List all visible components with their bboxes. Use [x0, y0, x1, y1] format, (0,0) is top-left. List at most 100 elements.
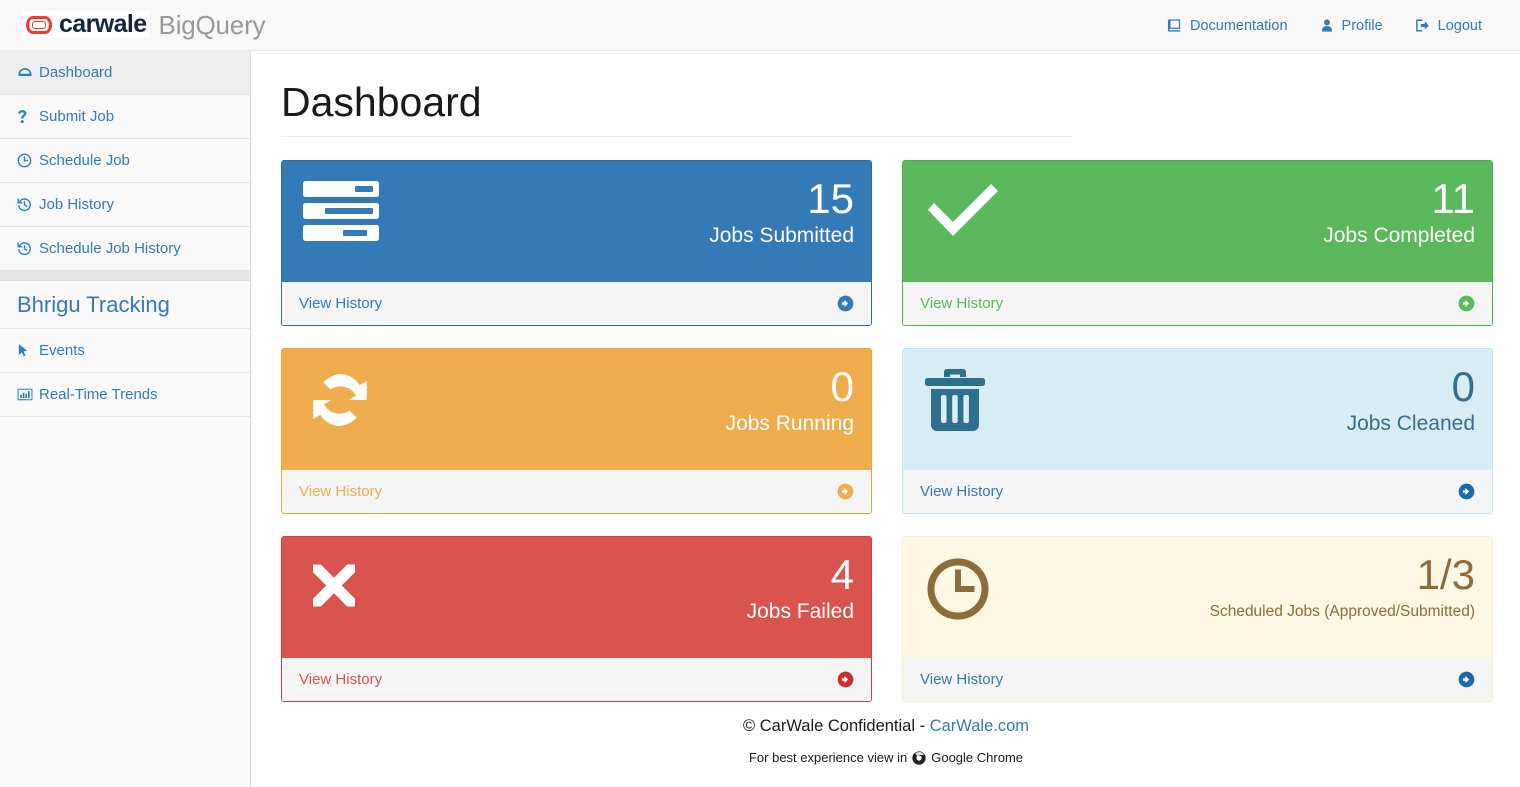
- card-jobs-cleaned-body: 0 Jobs Cleaned: [903, 349, 1492, 470]
- sidebar-item-dashboard[interactable]: Dashboard: [0, 51, 250, 95]
- card-jobs-submitted-value: 15: [807, 175, 854, 222]
- card-jobs-submitted-view-history[interactable]: View History: [282, 282, 871, 325]
- nav-link-profile[interactable]: Profile: [1304, 0, 1399, 51]
- card-jobs-completed-stats: 11 Jobs Completed: [1323, 175, 1475, 251]
- main-content: Dashboard 15 Jobs Submitted View History…: [252, 51, 1520, 787]
- footer-copyright-text: © CarWale Confidential -: [742, 717, 930, 735]
- dashboard-icon: [17, 65, 37, 81]
- book-icon: [1167, 18, 1182, 33]
- card-jobs-cleaned-label: Jobs Cleaned: [1346, 412, 1475, 435]
- carwale-logo-wordmark: carwale: [59, 10, 147, 38]
- page-title: Dashboard: [281, 79, 482, 125]
- top-navbar-links: Documentation Profile Logout: [1151, 0, 1498, 51]
- footer-browser-note: For best experience view in Google Chrom…: [252, 750, 1520, 765]
- card-jobs-cleaned-stats: 0 Jobs Cleaned: [1347, 363, 1475, 439]
- sidebar-item-submit-job-label: Submit Job: [39, 108, 115, 125]
- history-icon: [17, 241, 37, 256]
- card-jobs-cleaned-view-history-label: View History: [920, 483, 1004, 500]
- card-jobs-failed-view-history[interactable]: View History: [282, 658, 871, 701]
- card-scheduled-jobs-body: 1/3 Scheduled Jobs (Approved/Submitted): [903, 537, 1492, 658]
- card-jobs-failed: 4 Jobs Failed View History: [281, 536, 872, 702]
- card-jobs-submitted-stats: 15 Jobs Submitted: [709, 175, 854, 251]
- card-jobs-running-view-history-label: View History: [299, 483, 383, 500]
- sidebar-item-real-time-trends[interactable]: Real-Time Trends: [0, 373, 250, 417]
- title-divider: [281, 136, 1073, 137]
- card-jobs-submitted-label: Jobs Submitted: [709, 224, 854, 247]
- card-scheduled-jobs: 1/3 Scheduled Jobs (Approved/Submitted) …: [902, 536, 1493, 702]
- card-scheduled-jobs-value: 1/3: [1416, 551, 1475, 598]
- card-scheduled-jobs-view-history[interactable]: View History: [903, 658, 1492, 701]
- card-jobs-running-stats: 0 Jobs Running: [726, 363, 854, 439]
- arrow-circle-right-icon: [837, 483, 854, 500]
- sidebar: Dashboard Submit Job Schedule Job Job Hi…: [0, 51, 251, 787]
- card-jobs-cleaned-view-history[interactable]: View History: [903, 470, 1492, 513]
- dashboard-cards-grid: 15 Jobs Submitted View History 11 Jobs C…: [281, 160, 1493, 702]
- sidebar-item-real-time-trends-label: Real-Time Trends: [39, 386, 158, 403]
- user-icon: [1320, 18, 1334, 33]
- sidebar-item-dashboard-label: Dashboard: [39, 64, 113, 81]
- carwale-logo-icon: [26, 15, 52, 34]
- card-jobs-completed-value: 11: [1431, 175, 1475, 222]
- card-jobs-submitted-body: 15 Jobs Submitted: [282, 161, 871, 282]
- card-jobs-running-label: Jobs Running: [725, 412, 854, 435]
- question-icon: [17, 109, 37, 125]
- footer-site-link[interactable]: CarWale.com: [930, 717, 1029, 735]
- sidebar-item-job-history-label: Job History: [39, 196, 115, 213]
- sidebar-item-schedule-job-history[interactable]: Schedule Job History: [0, 227, 250, 271]
- check-icon: [920, 175, 1002, 246]
- sidebar-item-events-label: Events: [39, 342, 85, 359]
- card-jobs-submitted: 15 Jobs Submitted View History: [281, 160, 872, 326]
- card-jobs-failed-view-history-label: View History: [299, 671, 383, 688]
- page-footer: © CarWale Confidential - CarWale.com For…: [252, 717, 1520, 765]
- sidebar-section-header-bhrigu-tracking: Bhrigu Tracking: [0, 281, 250, 329]
- arrow-circle-right-icon: [1458, 295, 1475, 312]
- card-scheduled-jobs-label: Scheduled Jobs (Approved/Submitted): [1209, 603, 1475, 620]
- card-jobs-failed-value: 4: [830, 551, 854, 598]
- card-jobs-failed-label: Jobs Failed: [746, 600, 854, 623]
- sidebar-item-schedule-job-label: Schedule Job: [39, 152, 130, 169]
- card-jobs-cleaned: 0 Jobs Cleaned View History: [902, 348, 1493, 514]
- card-jobs-cleaned-value: 0: [1451, 363, 1475, 410]
- card-jobs-running-body: 0 Jobs Running: [282, 349, 871, 470]
- arrow-circle-right-icon: [837, 671, 854, 688]
- sidebar-item-schedule-job-history-label: Schedule Job History: [39, 240, 181, 257]
- top-navbar: carwale BigQuery Documentation Profile L…: [0, 0, 1520, 51]
- nav-link-documentation-label: Documentation: [1190, 17, 1288, 34]
- card-jobs-running-view-history[interactable]: View History: [282, 470, 871, 513]
- nav-link-logout[interactable]: Logout: [1399, 0, 1498, 51]
- sidebar-item-submit-job[interactable]: Submit Job: [0, 95, 250, 139]
- card-scheduled-jobs-stats: 1/3 Scheduled Jobs (Approved/Submitted): [1210, 551, 1475, 627]
- clock-icon: [920, 551, 992, 628]
- card-jobs-submitted-view-history-label: View History: [299, 295, 383, 312]
- app-name: BigQuery: [158, 9, 266, 40]
- nav-link-logout-label: Logout: [1437, 17, 1482, 34]
- sidebar-item-events[interactable]: Events: [0, 329, 250, 373]
- tasks-icon: [299, 175, 379, 248]
- clock-icon: [17, 153, 37, 168]
- footer-browser-note-text: For best experience view in: [748, 750, 908, 765]
- card-jobs-failed-stats: 4 Jobs Failed: [747, 551, 854, 627]
- card-jobs-completed-view-history[interactable]: View History: [903, 282, 1492, 325]
- card-scheduled-jobs-view-history-label: View History: [920, 671, 1004, 688]
- sidebar-divider: [0, 271, 250, 281]
- card-jobs-completed-body: 11 Jobs Completed: [903, 161, 1492, 282]
- cursor-icon: [17, 343, 37, 358]
- card-jobs-completed: 11 Jobs Completed View History: [902, 160, 1493, 326]
- brand[interactable]: carwale BigQuery: [23, 9, 266, 40]
- trash-icon: [920, 363, 986, 438]
- arrow-circle-right-icon: [837, 295, 854, 312]
- bar-chart-icon: [17, 387, 37, 402]
- sidebar-item-job-history[interactable]: Job History: [0, 183, 250, 227]
- logout-icon: [1415, 18, 1430, 33]
- sidebar-item-schedule-job[interactable]: Schedule Job: [0, 139, 250, 183]
- card-jobs-completed-label: Jobs Completed: [1323, 224, 1475, 247]
- nav-link-documentation[interactable]: Documentation: [1151, 0, 1304, 51]
- footer-browser-name: Google Chrome: [931, 750, 1024, 765]
- nav-link-profile-label: Profile: [1341, 17, 1383, 34]
- carwale-logo[interactable]: carwale: [23, 11, 150, 38]
- card-jobs-running-value: 0: [830, 363, 854, 410]
- history-icon: [17, 197, 37, 212]
- arrow-circle-right-icon: [1458, 483, 1475, 500]
- footer-copyright: © CarWale Confidential - CarWale.com: [252, 717, 1520, 736]
- card-jobs-completed-view-history-label: View History: [920, 295, 1004, 312]
